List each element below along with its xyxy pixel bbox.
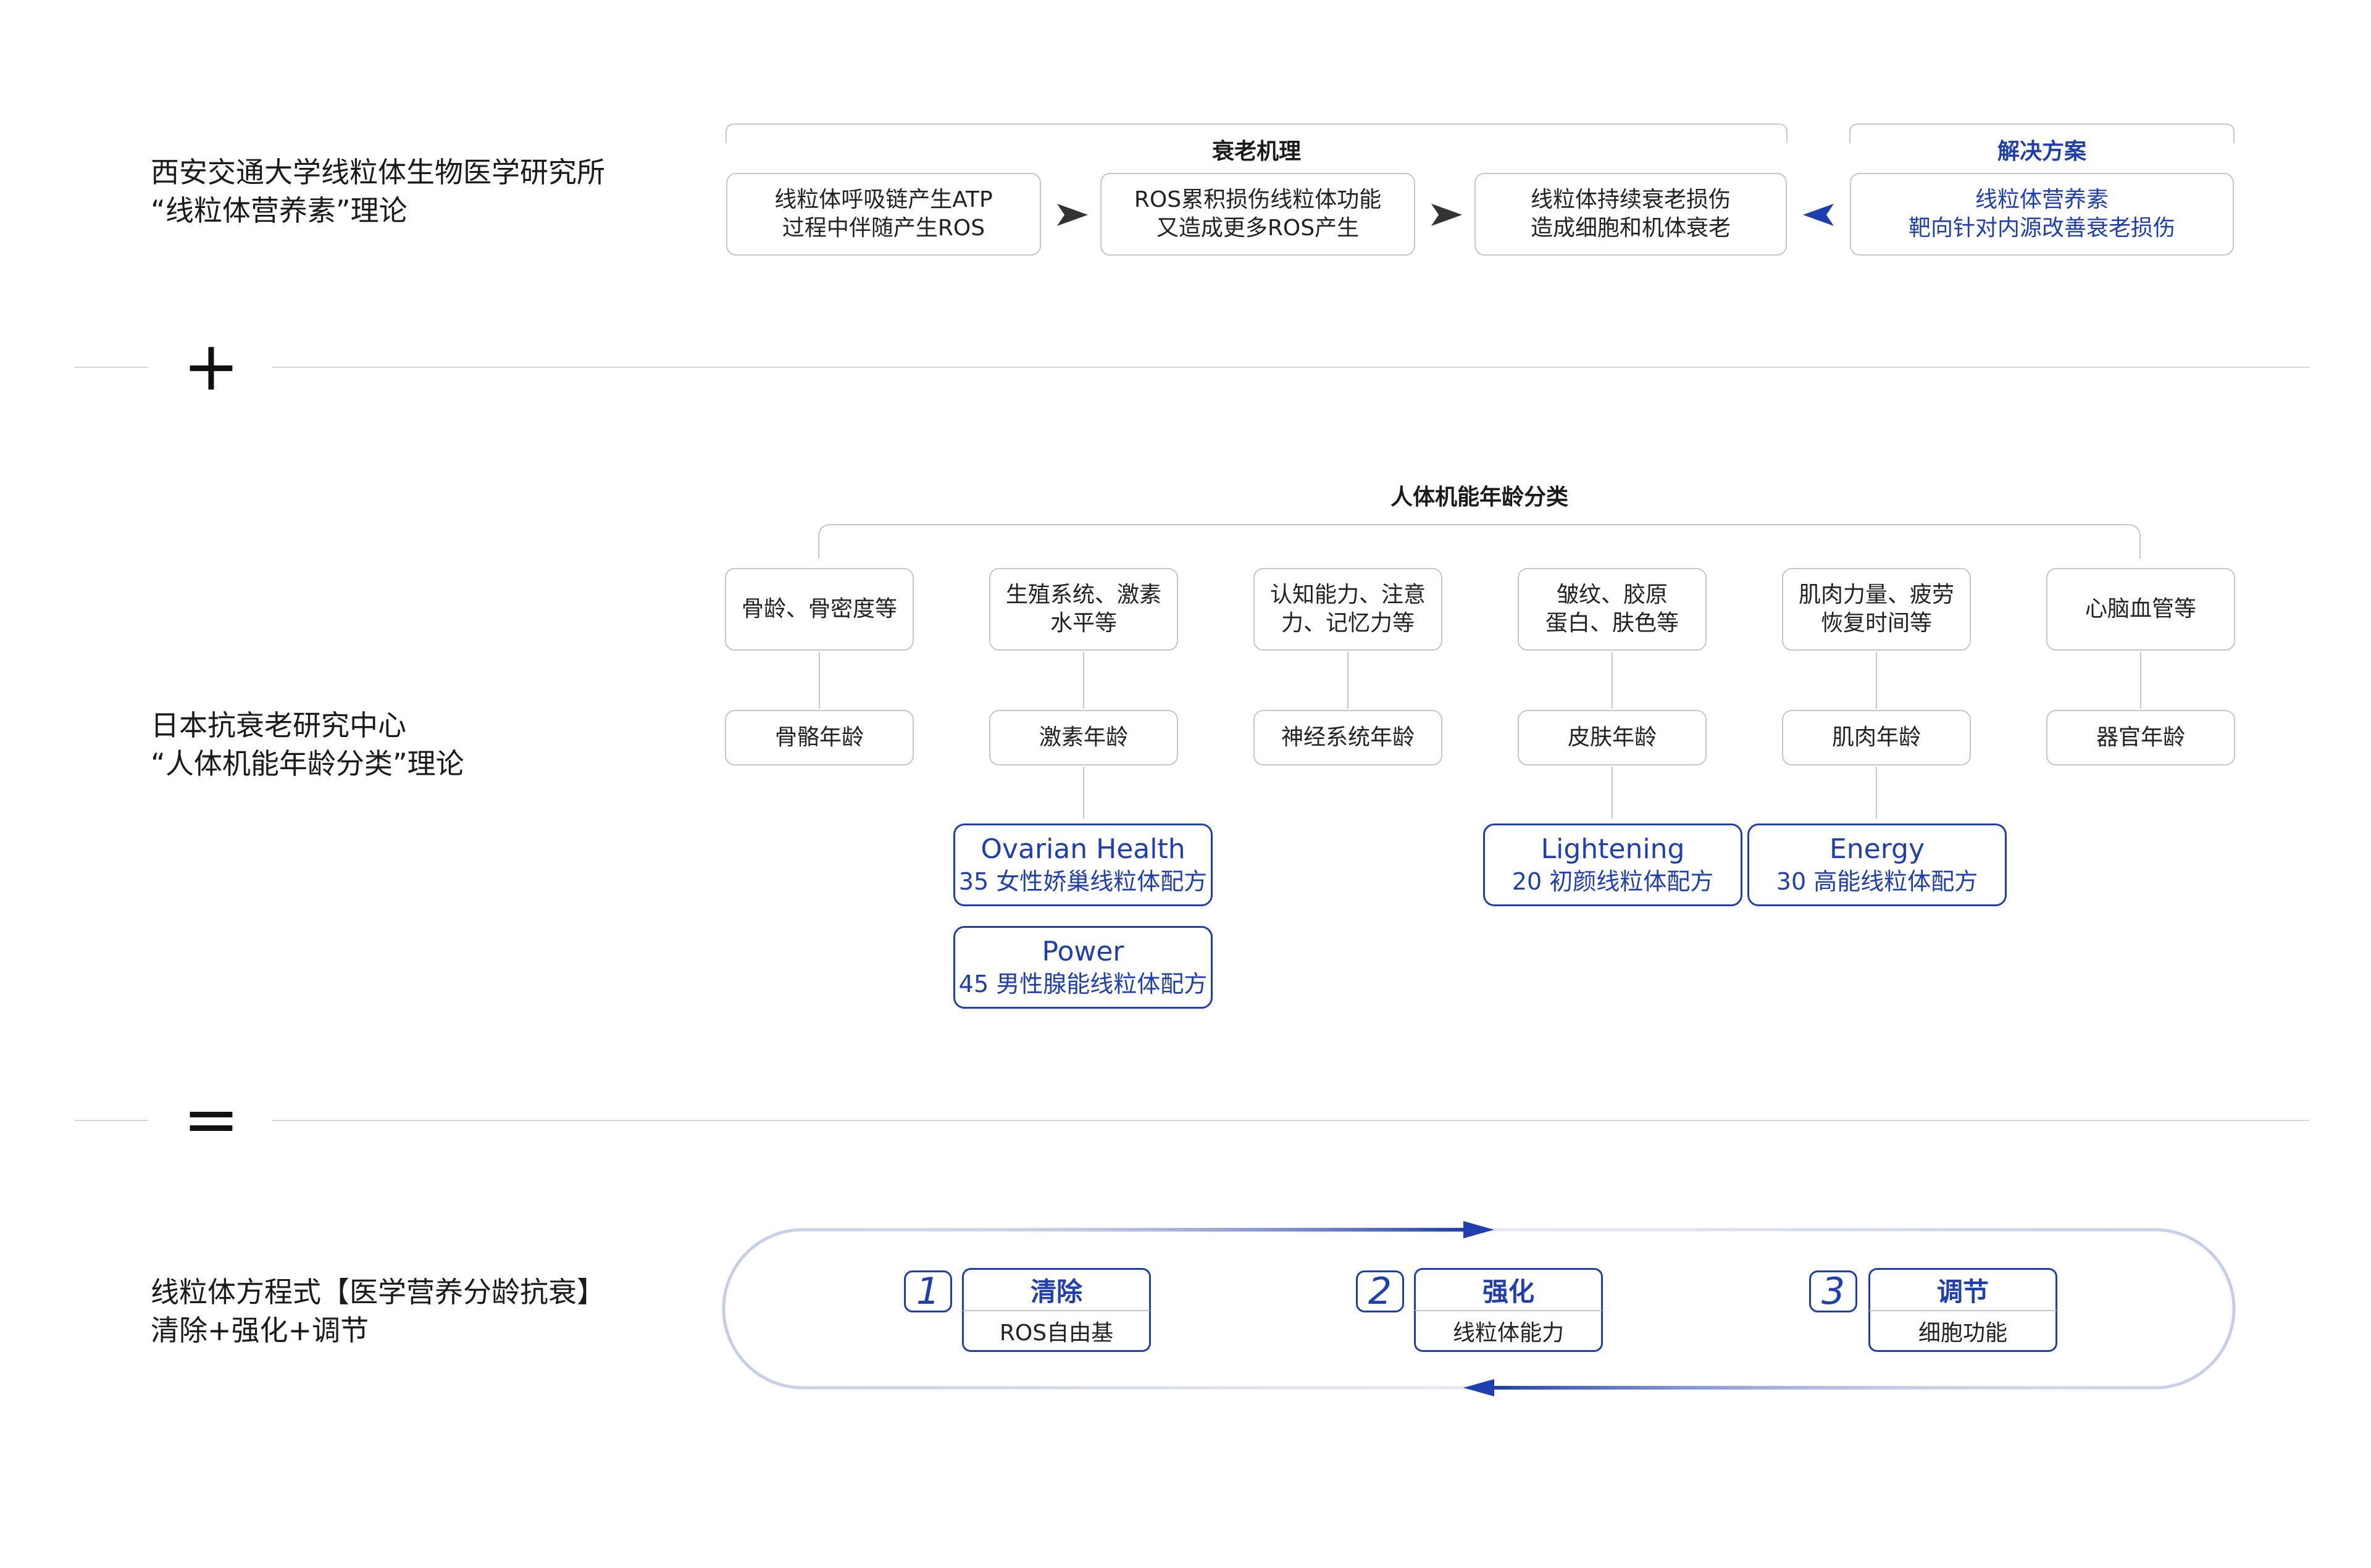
column-5-indicators: 肌肉力量、疲劳 恢复时间等 [1782, 568, 1971, 651]
step-3-number: 3 [1809, 1270, 1857, 1313]
arrow-left-solution [1803, 204, 1834, 226]
section2-subtitle: “人体机能年龄分类”理论 [151, 747, 464, 780]
column-3-indicators: 认知能力、注意 力、记忆力等 [1253, 568, 1442, 651]
cycle-arrow-bottom [1494, 1386, 2161, 1390]
step-3-title: 调节 [1868, 1268, 2057, 1310]
solution-title: 解决方案 [1997, 139, 2086, 164]
product-ovarian-health: Ovarian Health 35 女性娇巢线粒体配方 [953, 824, 1213, 906]
product-lightening: Lightening 20 初颜线粒体配方 [1483, 824, 1742, 906]
classification-title: 人体机能年龄分类 [1390, 485, 1568, 510]
column-6-indicators: 心脑血管等 [2046, 568, 2235, 651]
arrow-right-1 [1057, 204, 1088, 226]
divider-left-equals [74, 1120, 148, 1121]
connector-muscle-product [1876, 767, 1877, 819]
aging-step-2: ROS累积损伤线粒体功能 又造成更多ROS产生 [1100, 173, 1415, 256]
connector-skin-product [1612, 767, 1613, 819]
divider-right-equals [272, 1120, 2309, 1121]
age-muscle: 肌肉年龄 [1782, 710, 1971, 765]
product-power: Power 45 男性腺能线粒体配方 [953, 926, 1213, 1009]
connector-col1 [819, 652, 820, 709]
divider-left-plus [74, 367, 148, 368]
aging-step-1: 线粒体呼吸链产生ATP 过程中伴随产生ROS [726, 173, 1041, 256]
divider-right-plus [272, 367, 2309, 368]
step-2-desc: 线粒体能力 [1414, 1310, 1603, 1352]
connector-col5 [1876, 652, 1877, 709]
column-2-indicators: 生殖系统、激素 水平等 [989, 568, 1178, 651]
column-4-indicators: 皱纹、胶原 蛋白、肤色等 [1518, 568, 1707, 651]
equals-operator: = [182, 1080, 240, 1159]
solution-box: 线粒体营养素 靶向针对内源改善衰老损伤 [1850, 173, 2234, 256]
aging-step-3: 线粒体持续衰老损伤 造成细胞和机体衰老 [1474, 173, 1787, 256]
age-bone: 骨骼年龄 [725, 710, 914, 765]
age-organ: 器官年龄 [2046, 710, 2235, 765]
step-2-number: 2 [1356, 1270, 1404, 1313]
age-skin: 皮肤年龄 [1518, 710, 1707, 765]
step-1-number: 1 [904, 1270, 952, 1313]
connector-col4 [1612, 652, 1613, 709]
age-nervous: 神经系统年龄 [1253, 710, 1442, 765]
age-hormone: 激素年龄 [989, 710, 1178, 765]
connector-col6 [2140, 652, 2141, 709]
plus-operator: + [182, 327, 240, 406]
section3-title: 线粒体方程式【医学营养分龄抗衰】 [151, 1275, 605, 1309]
cycle-arrow-top [797, 1228, 1463, 1232]
step-1-title: 清除 [962, 1268, 1151, 1310]
step-1-desc: ROS自由基 [962, 1310, 1151, 1352]
aging-mechanism-title: 衰老机理 [1211, 139, 1301, 164]
connector-hormone-product [1083, 767, 1084, 819]
step-3-desc: 细胞功能 [1868, 1310, 2057, 1352]
column-1-indicators: 骨龄、骨密度等 [725, 568, 914, 651]
section3-subtitle: 清除+强化+调节 [151, 1314, 369, 1347]
arrow-right-2 [1431, 204, 1462, 226]
connector-col3 [1347, 652, 1349, 709]
connector-col2 [1083, 652, 1084, 709]
section2-title: 日本抗衰老研究中心 [151, 709, 406, 742]
product-energy: Energy 30 高能线粒体配方 [1747, 824, 2007, 906]
step-2-title: 强化 [1414, 1268, 1603, 1310]
